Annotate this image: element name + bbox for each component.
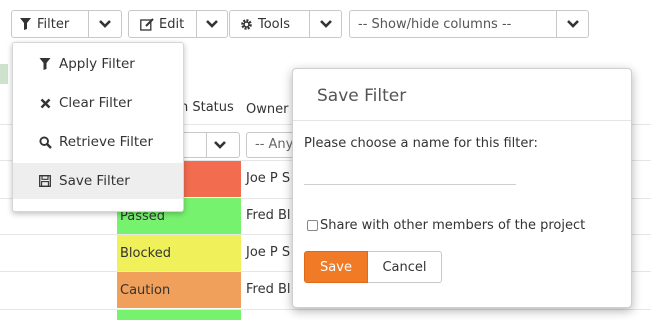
- filter-dropdown-toggle[interactable]: [88, 11, 121, 37]
- chevron-down-icon: [566, 19, 579, 29]
- menu-item-apply-filter[interactable]: Apply Filter: [13, 46, 183, 82]
- owner-cell: Fred Bl: [246, 208, 291, 223]
- chevron-down-icon: [214, 140, 226, 150]
- columns-select-value: -- Show/hide columns --: [350, 11, 556, 37]
- status-filter-select[interactable]: [176, 132, 240, 158]
- edit-dropdown-toggle[interactable]: [196, 11, 227, 37]
- cancel-button[interactable]: Cancel: [368, 251, 442, 283]
- menu-item-save-filter[interactable]: Save Filter: [13, 163, 183, 199]
- edit-icon: [140, 17, 154, 31]
- menu-item-label: Apply Filter: [59, 56, 135, 72]
- columns-select-toggle[interactable]: [556, 11, 588, 37]
- save-button[interactable]: Save: [304, 251, 368, 283]
- menu-item-label: Retrieve Filter: [59, 134, 153, 150]
- save-button-label: Save: [320, 259, 352, 275]
- floppy-disk-icon: [37, 175, 53, 187]
- tools-button-label: Tools: [258, 16, 291, 32]
- menu-item-clear-filter[interactable]: Clear Filter: [13, 85, 183, 121]
- owner-cell: Joe P S: [246, 171, 291, 186]
- edit-button[interactable]: Edit: [129, 11, 196, 37]
- filter-button-group: Filter: [11, 10, 122, 38]
- dialog-header-divider: [293, 120, 631, 121]
- tools-button[interactable]: Tools: [230, 11, 309, 37]
- share-checkbox[interactable]: [307, 220, 318, 231]
- filter-button[interactable]: Filter: [12, 11, 88, 37]
- tools-button-group: Tools: [229, 10, 342, 38]
- save-filter-dialog: Save Filter Please choose a name for thi…: [292, 68, 632, 308]
- columns-select[interactable]: -- Show/hide columns --: [349, 10, 589, 38]
- filter-name-prompt: Please choose a name for this filter:: [304, 136, 538, 151]
- menu-item-retrieve-filter[interactable]: Retrieve Filter: [13, 124, 183, 160]
- x-icon: [37, 98, 53, 109]
- owner-filter-placeholder: -- Any: [255, 137, 294, 152]
- owner-cell: Joe P S: [246, 245, 291, 260]
- menu-item-label: Save Filter: [59, 173, 130, 189]
- chevron-down-icon: [99, 19, 112, 29]
- columns-select-label: -- Show/hide columns --: [358, 16, 512, 32]
- edit-button-label: Edit: [159, 16, 185, 32]
- gear-icon: [240, 18, 253, 31]
- column-header-status[interactable]: n Status: [180, 100, 234, 115]
- column-header-owner[interactable]: Owner: [246, 102, 288, 117]
- search-icon: [37, 135, 53, 149]
- status-cell: Caution: [117, 272, 241, 308]
- chevron-down-icon: [319, 19, 332, 29]
- filter-name-input[interactable]: [304, 165, 516, 185]
- filter-menu: Apply Filter Clear Filter Retrieve Filte…: [12, 42, 184, 212]
- filter-icon: [37, 58, 53, 70]
- dialog-title: Save Filter: [317, 86, 407, 106]
- chevron-down-icon: [206, 19, 219, 29]
- left-edge-fragment: [0, 64, 8, 84]
- status-cell: Blocked: [117, 235, 241, 271]
- filter-icon: [20, 18, 31, 30]
- share-checkbox-label[interactable]: Share with other members of the project: [320, 218, 585, 233]
- menu-item-label: Clear Filter: [59, 95, 133, 111]
- edit-button-group: Edit: [128, 10, 228, 38]
- cancel-button-label: Cancel: [382, 259, 427, 275]
- owner-cell: Fred Bl: [246, 282, 291, 297]
- status-cell: [117, 310, 241, 320]
- tools-dropdown-toggle[interactable]: [309, 11, 341, 37]
- filter-button-label: Filter: [37, 16, 70, 32]
